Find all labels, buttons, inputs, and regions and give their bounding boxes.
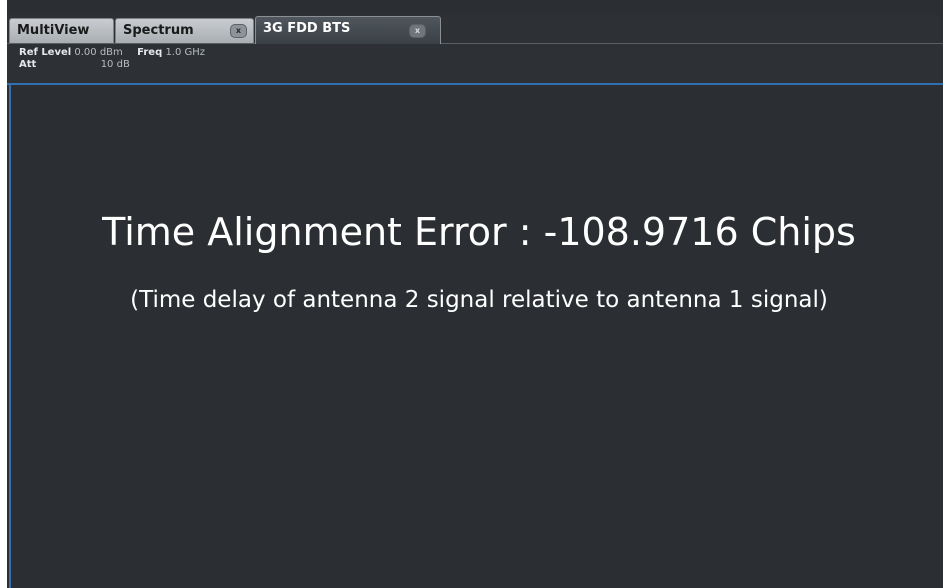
result-display: Time Alignment Error : -108.9716 Chips (… (9, 85, 941, 588)
app-window: MultiView Spectrum x 3G FDD BTS x Ref Le… (7, 0, 943, 588)
info-row-ref-level-freq: Ref Level 0.00 dBm Freq 1.0 GHz (19, 47, 205, 59)
ref-level-value: 0.00 dBm (74, 47, 123, 58)
result-description: (Time delay of antenna 2 signal relative… (130, 287, 828, 313)
freq-label: Freq (137, 47, 163, 58)
tab-multiview[interactable]: MultiView (9, 18, 114, 43)
tab-spectrum-label: Spectrum (123, 23, 194, 38)
ref-level-label: Ref Level (19, 47, 72, 58)
tab-3g-fdd-bts[interactable]: 3G FDD BTS x (255, 16, 441, 44)
tab-spectrum[interactable]: Spectrum x (115, 18, 254, 43)
att-value: 10 dB (100, 59, 130, 70)
info-row-att: Att 10 dB (19, 59, 130, 71)
measurement-info-bar: Ref Level 0.00 dBm Freq 1.0 GHz Att 10 d… (7, 44, 943, 85)
tab-3g-fdd-bts-label: 3G FDD BTS (263, 21, 351, 36)
tab-multiview-label: MultiView (17, 23, 90, 38)
freq-value: 1.0 GHz (165, 47, 206, 58)
att-label: Att (19, 59, 37, 70)
tab-bar: MultiView Spectrum x 3G FDD BTS x (7, 15, 943, 44)
close-icon[interactable]: x (230, 24, 247, 38)
time-alignment-error-result: Time Alignment Error : -108.9716 Chips (102, 210, 856, 254)
close-icon[interactable]: x (409, 24, 426, 38)
